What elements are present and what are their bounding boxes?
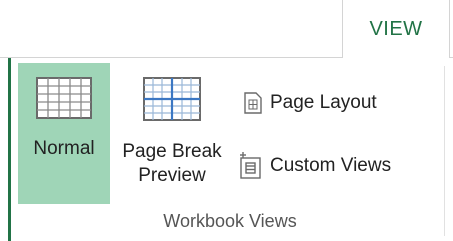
group-separator [444, 66, 445, 236]
custom-views-label: Custom Views [270, 155, 392, 176]
ribbon-left-edge [8, 58, 11, 241]
page-break-label-line1: Page Break [122, 141, 222, 162]
page-break-preview-label: Page Break Preview [112, 140, 232, 188]
page-layout-icon [244, 92, 262, 114]
page-layout-button[interactable]: Page Layout [244, 88, 377, 118]
normal-view-button[interactable]: Normal [18, 63, 110, 204]
normal-view-label: Normal [33, 138, 95, 159]
tab-view-label: VIEW [369, 17, 423, 40]
workbook-views-group-label: Workbook Views [163, 211, 297, 231]
tab-view[interactable]: VIEW [342, 0, 450, 58]
page-break-preview-button[interactable]: Page Break Preview [112, 63, 232, 204]
page-break-preview-icon [143, 77, 201, 126]
custom-views-button[interactable]: Custom Views [238, 149, 391, 183]
page-layout-label: Page Layout [270, 92, 377, 113]
page-break-label-line2: Preview [138, 165, 206, 186]
custom-views-icon [238, 152, 262, 180]
normal-view-grid-icon [36, 77, 92, 124]
